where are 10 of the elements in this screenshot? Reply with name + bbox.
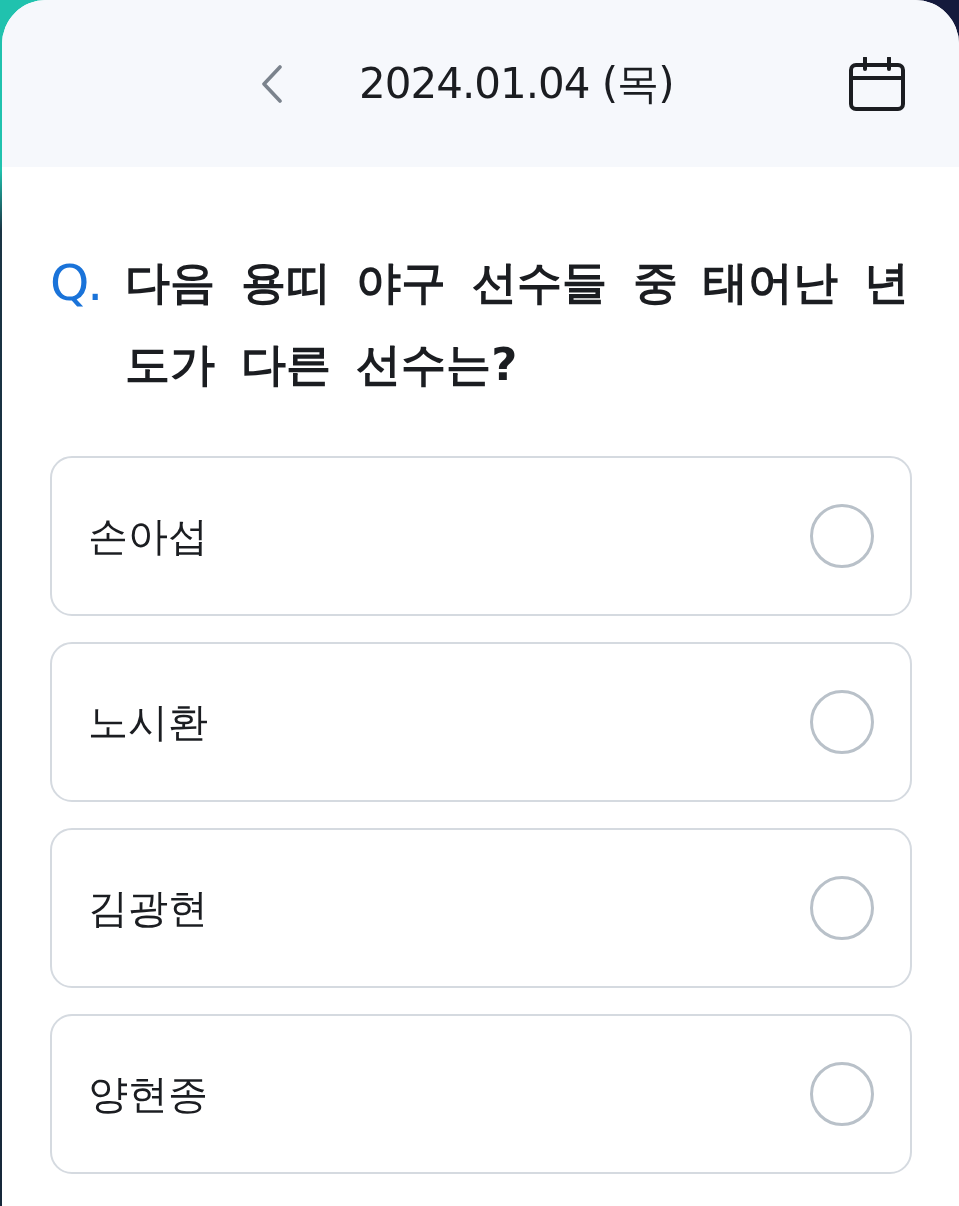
calendar-button[interactable] — [847, 54, 907, 113]
question-prefix: Q. — [50, 253, 103, 314]
answer-option[interactable]: 김광현 — [50, 828, 912, 988]
answer-option[interactable]: 양현종 — [50, 1014, 912, 1174]
chevron-left-icon — [260, 64, 284, 103]
answer-option[interactable]: 손아섭 — [50, 456, 912, 616]
answer-option[interactable]: 노시환 — [50, 642, 912, 802]
calendar-icon — [849, 56, 905, 111]
date-title: 2024.01.04 (목) — [359, 57, 674, 110]
question-text: 다음 용띠 야구 선수들 중 태어난 년도가 다른 선수는? — [125, 255, 910, 393]
